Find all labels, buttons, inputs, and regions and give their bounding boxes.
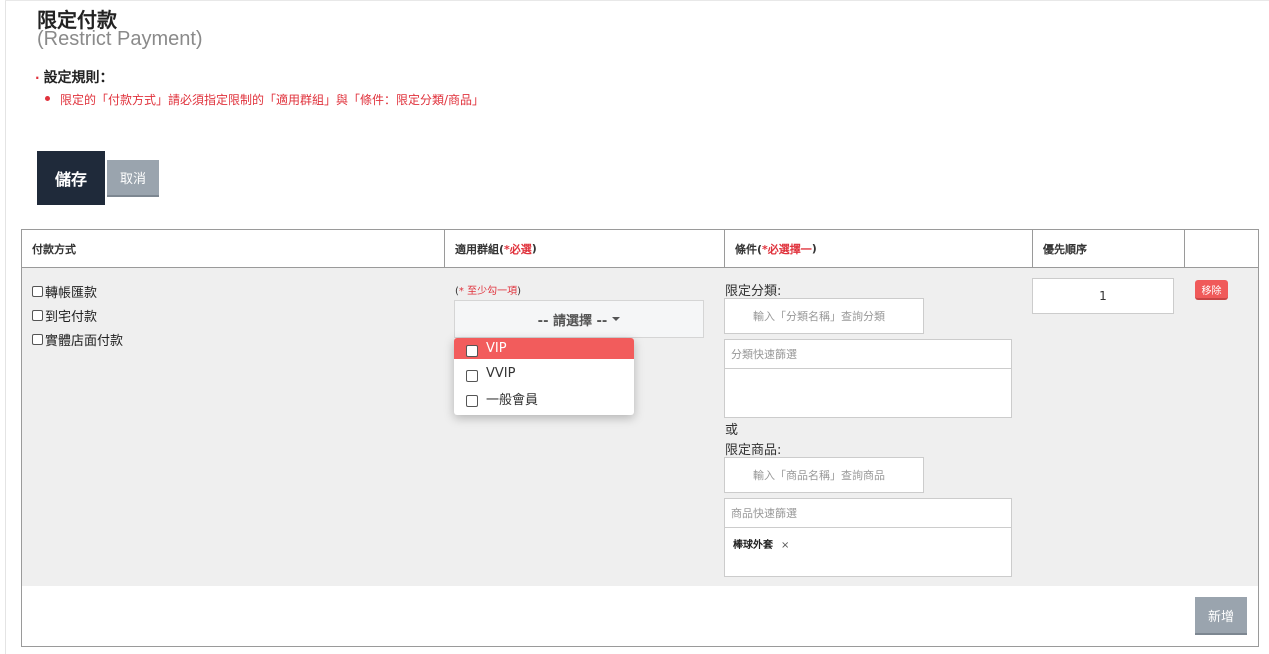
product-filter-input[interactable]: 商品快速篩選 [725,499,1011,528]
remove-button[interactable]: 移除 [1195,280,1228,300]
payment-option-store[interactable]: 實體店面付款 [32,330,123,349]
header-group-close: ) [531,242,537,255]
group-hint-close: ) [517,286,521,297]
save-button[interactable]: 儲存 [37,151,105,205]
group-option-label: VIP [486,341,507,356]
header-payment-label: 付款方式 [32,242,76,256]
rules-heading: · 設定規則： [35,67,114,87]
group-select-label: -- 請選擇 -- [537,313,608,329]
header-condition: 條件(*必選擇一) [725,230,1033,267]
checkbox[interactable] [466,369,478,382]
or-label: 或 [725,423,739,438]
product-label: 限定商品: [725,443,782,458]
checkbox[interactable] [32,310,43,321]
rules-heading-label: 設定規則： [43,70,114,86]
category-filter-input[interactable]: 分類快速篩選 [725,340,1011,369]
group-option-general[interactable]: 一般會員 [454,388,634,409]
header-priority-label: 優先順序 [1043,242,1087,256]
rules-heading-dot: · [35,71,40,85]
priority-input[interactable]: 1 [1032,278,1174,314]
product-tag-label: 棒球外套 [733,540,773,551]
header-condition-label: 條件( [735,242,763,256]
product-filter-box: 商品快速篩選 棒球外套 × [724,498,1012,577]
payment-option-cod[interactable]: 到宅付款 [32,306,97,325]
group-select[interactable]: -- 請選擇 -- [454,300,704,338]
product-tag: 棒球外套 × [733,536,789,551]
add-button[interactable]: 新增 [1195,597,1247,635]
header-group: 適用群組(*必選) [445,230,725,267]
header-actions [1185,230,1258,267]
rule-item: 限定的「付款方式」請必須指定限制的「適用群組」與「條件：限定分類/商品」 [45,91,484,108]
checkbox[interactable] [32,286,43,297]
group-option-label: 一般會員 [486,393,539,408]
group-hint-text: * 至少勾一項 [458,286,518,297]
group-dropdown: VIP VVIP 一般會員 [454,338,634,415]
group-option-vvip[interactable]: VVIP [454,363,634,384]
payment-option-label: 實體店面付款 [45,334,124,349]
page-subtitle: (Restrict Payment) [37,28,203,50]
checkbox[interactable] [32,334,43,345]
category-filter-box: 分類快速篩選 [724,339,1012,418]
payment-option-transfer[interactable]: 轉帳匯款 [32,282,97,301]
header-group-label: 適用群組( [455,242,505,256]
header-condition-close: ) [811,242,817,255]
payment-option-label: 到宅付款 [45,310,98,325]
table-footer: 新增 [22,586,1258,646]
page-left-border [5,0,6,654]
page-top-border [5,0,1269,1]
bullet-icon [45,96,50,101]
header-priority: 優先順序 [1033,230,1185,267]
checkbox[interactable] [466,344,478,357]
category-label: 限定分類: [725,284,782,299]
category-search-input[interactable]: 輸入「分類名稱」查詢分類 [724,298,924,334]
product-search-input[interactable]: 輸入「商品名稱」查詢商品 [724,457,924,493]
payment-option-label: 轉帳匯款 [45,286,98,301]
header-group-required: *必選 [504,242,532,256]
close-icon[interactable]: × [781,540,789,551]
chevron-down-icon [612,317,621,321]
table-row: 轉帳匯款 到宅付款 實體店面付款 (* 至少勾一項) -- 請選擇 -- VIP… [22,268,1258,586]
group-option-vip[interactable]: VIP [454,338,634,359]
checkbox[interactable] [466,394,478,407]
restrict-payment-table: 付款方式 適用群組(*必選) 條件(*必選擇一) 優先順序 轉帳匯款 到宅付款 … [21,229,1259,647]
group-option-label: VVIP [486,366,516,381]
table-header: 付款方式 適用群組(*必選) 條件(*必選擇一) 優先順序 [22,230,1258,268]
rule-item-text: 限定的「付款方式」請必須指定限制的「適用群組」與「條件：限定分類/商品」 [60,93,485,107]
cancel-button[interactable]: 取消 [107,160,159,197]
header-condition-required: *必選擇一 [762,242,812,256]
group-hint: (* 至少勾一項) [455,282,521,297]
header-payment: 付款方式 [22,230,445,267]
